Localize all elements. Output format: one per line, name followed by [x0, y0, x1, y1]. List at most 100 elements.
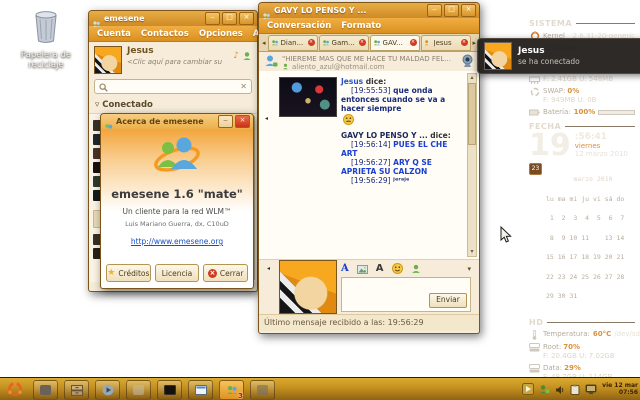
- taskbar-button-6[interactable]: [188, 380, 213, 400]
- font-color-button[interactable]: A: [341, 263, 349, 275]
- taskbar-clock[interactable]: vie 12 mar 07:56: [602, 382, 638, 396]
- ram-row: F: 2.41GB U: 548MB: [529, 75, 635, 84]
- user-avatar[interactable]: [94, 46, 122, 74]
- buddies-icon: [226, 385, 237, 394]
- buddy-icon: [424, 39, 428, 45]
- tray-network-icon[interactable]: [585, 380, 597, 399]
- about-close-button[interactable]: ×: [235, 115, 250, 128]
- webcam-icon[interactable]: [461, 53, 474, 72]
- collapse-avatar-icon[interactable]: ◂: [267, 265, 270, 272]
- section-hd: HD: [529, 318, 635, 327]
- conversation-window: GAVY LO PENSO Y ... ‒ □ × Conversación F…: [258, 2, 480, 334]
- clear-search-icon[interactable]: ✕: [240, 82, 247, 91]
- conv-close-button[interactable]: ×: [461, 4, 476, 17]
- cerrar-button[interactable]: × Cerrar: [203, 264, 249, 282]
- chat-message: [19:56:27] ARY Q SE APRIETA SU CALZON: [341, 158, 432, 176]
- contact-search-input[interactable]: ✕: [94, 79, 252, 94]
- battery-row: Batería: 100%: [529, 108, 635, 117]
- tab-dian[interactable]: Dian... ×: [267, 34, 318, 51]
- hdd-icon: [529, 363, 540, 373]
- notification-text: se ha conectado: [518, 56, 580, 66]
- conv-titlebar[interactable]: GAVY LO PENSO Y ... ‒ □ ×: [259, 3, 479, 19]
- tab-close-icon[interactable]: ×: [460, 39, 468, 46]
- main-window-title: emesene: [104, 14, 145, 23]
- hd-root-row: Root: 70% F: 20.4GB U: 7.02GB: [529, 342, 635, 361]
- format-toolbar: A A ▾: [341, 261, 471, 276]
- tray-msn-icon[interactable]: [539, 380, 550, 399]
- taskbar: 3 vie 12 mar 07:56: [0, 377, 640, 400]
- toolbar-more-icon[interactable]: ▾: [467, 265, 471, 273]
- section-sistema: SISTEMA: [529, 19, 635, 28]
- tab-close-icon[interactable]: ×: [307, 39, 315, 46]
- unread-badge: 3: [238, 392, 243, 400]
- font-button[interactable]: A: [376, 263, 384, 275]
- emoticon-button[interactable]: [391, 259, 403, 278]
- menu-opciones[interactable]: Opciones: [195, 29, 247, 39]
- main-titlebar[interactable]: emesene ‒ □ ×: [89, 11, 257, 27]
- tab-gam[interactable]: Gam... ×: [318, 34, 369, 51]
- taskbar-button-1[interactable]: [33, 380, 58, 400]
- about-titlebar[interactable]: Acerca de emesene ‒ ×: [101, 114, 253, 129]
- scroll-up-icon[interactable]: ▴: [468, 74, 476, 82]
- music-note-icon[interactable]: ♪: [233, 51, 239, 61]
- mini-buddy-icon: [283, 63, 288, 70]
- taskbar-button-4[interactable]: [126, 380, 151, 400]
- message-author: GAVY LO PENSO Y ... dice:: [341, 131, 451, 140]
- taskbar-button-3[interactable]: [95, 380, 120, 400]
- file-cabinet-icon: [70, 384, 83, 396]
- conv-minimize-button[interactable]: ‒: [427, 4, 442, 17]
- conv-maximize-button[interactable]: □: [444, 4, 459, 17]
- chat-scrollbar[interactable]: ▴ ▾: [467, 73, 477, 257]
- ubuntu-logo-icon: [7, 381, 22, 396]
- tab-scroll-left-icon[interactable]: ◂: [261, 39, 267, 47]
- tray-volume-icon[interactable]: [555, 380, 565, 399]
- tab-close-icon[interactable]: ×: [358, 39, 366, 46]
- maximize-button[interactable]: □: [222, 12, 237, 25]
- menu-conversacion[interactable]: Conversación: [263, 21, 335, 31]
- ubuntu-menu-button[interactable]: [3, 380, 26, 398]
- credits-button[interactable]: ★ Créditos: [106, 264, 151, 282]
- status-online-icon[interactable]: [242, 46, 252, 65]
- contact-status-message: "HIEREME MAS QUE ME HACE TU MALDAD FEL..…: [282, 54, 451, 63]
- connect-notification[interactable]: Jesus se ha conectado: [477, 38, 640, 74]
- taskbar-button-8[interactable]: [250, 380, 275, 400]
- tray-clipboard-icon[interactable]: [570, 380, 580, 399]
- taskbar-button-5[interactable]: [157, 380, 182, 400]
- buddy-icon: [271, 39, 278, 45]
- about-minimize-button[interactable]: ‒: [218, 115, 233, 128]
- media-player-icon: [102, 384, 113, 396]
- calendar: 23 marzo 2010 lu ma mi ju vi sá do 1 2 3…: [529, 163, 635, 313]
- taskbar-button-2[interactable]: [64, 380, 89, 400]
- trash-icon: [31, 11, 61, 48]
- tab-jesus[interactable]: Jesus ×: [420, 34, 471, 51]
- collapse-avatar-icon[interactable]: ◂: [265, 115, 268, 122]
- license-button[interactable]: Licencia: [154, 264, 200, 282]
- menu-formato[interactable]: Formato: [337, 21, 385, 31]
- battery-icon: [529, 109, 540, 116]
- message-input[interactable]: Enviar: [341, 277, 471, 312]
- tab-close-icon[interactable]: ×: [409, 39, 417, 46]
- contact-buddy-icon: [264, 53, 278, 72]
- close-button[interactable]: ×: [239, 12, 254, 25]
- menu-cuenta[interactable]: Cuenta: [93, 29, 135, 39]
- chat-message: [19:56:14] PUES EL CHE ART: [341, 140, 448, 158]
- minimize-button[interactable]: ‒: [205, 12, 220, 25]
- recycle-bin-desktop-icon[interactable]: Papelera de reciclaje: [8, 10, 84, 70]
- send-button[interactable]: Enviar: [429, 293, 467, 308]
- clock-block: 19 :56:41 viernes 12 marzo 2010: [529, 128, 628, 163]
- insert-image-button[interactable]: [356, 259, 368, 278]
- menu-contactos[interactable]: Contactos: [137, 29, 193, 39]
- own-avatar[interactable]: [279, 260, 337, 314]
- group-header-conectado[interactable]: ▿ Conectado: [89, 97, 257, 113]
- buddies-icon: [92, 14, 101, 27]
- tab-gav-active[interactable]: GAV... ×: [369, 34, 420, 51]
- chat-message-area[interactable]: ◂ Jesus dice: [19:55:53] que onda entonc…: [259, 71, 479, 260]
- star-icon: ★: [107, 267, 116, 278]
- about-website-link[interactable]: http://www.emesene.org: [131, 237, 223, 246]
- taskbar-button-messenger[interactable]: 3: [219, 380, 244, 400]
- swap-row: SWAP: 0% F: 949MB U: 0B: [529, 87, 635, 105]
- scroll-down-icon[interactable]: ▾: [468, 248, 476, 256]
- nudge-button[interactable]: [411, 259, 421, 278]
- tray-player-icon[interactable]: [522, 380, 535, 399]
- user-status-message[interactable]: <Clic aquí para cambiar su mensaje ...: [127, 58, 223, 66]
